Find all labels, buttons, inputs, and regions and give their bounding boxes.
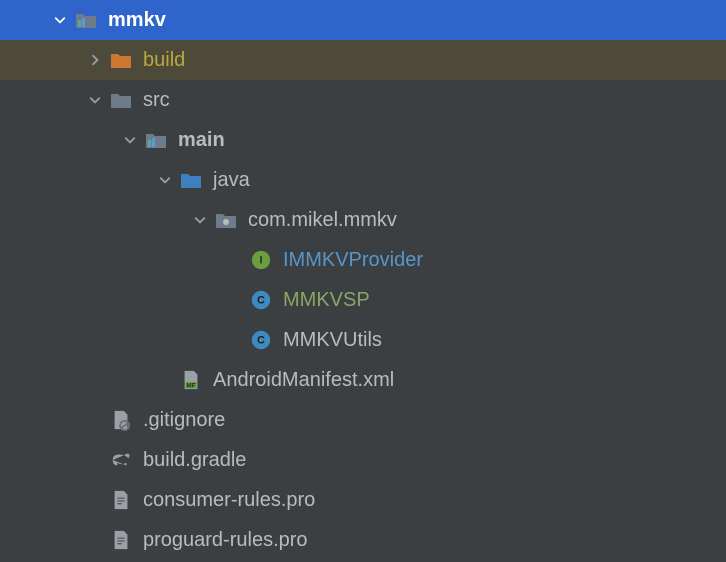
- tree-label-gitignore: .gitignore: [143, 409, 225, 432]
- tree-item-main[interactable]: main: [0, 120, 726, 160]
- class-icon: C: [247, 286, 275, 314]
- tree-item-src[interactable]: src: [0, 80, 726, 120]
- chevron-right-icon[interactable]: [83, 48, 107, 72]
- tree-label-main: main: [178, 129, 225, 152]
- tree-label-consumer: consumer-rules.pro: [143, 489, 315, 512]
- tree-label-src: src: [143, 89, 170, 112]
- gitignore-file-icon: [107, 406, 135, 434]
- svg-text:C: C: [257, 335, 265, 347]
- tree-label-immkvprovider: IMMKVProvider: [283, 249, 423, 272]
- tree-label-manifest: AndroidManifest.xml: [213, 369, 394, 392]
- folder-icon: [107, 46, 135, 74]
- svg-text:MF: MF: [186, 382, 195, 389]
- chevron-down-icon[interactable]: [188, 208, 212, 232]
- tree-item-java[interactable]: java: [0, 160, 726, 200]
- tree-label-gradle: build.gradle: [143, 449, 246, 472]
- tree-item-immkvprovider[interactable]: I IMMKVProvider: [0, 240, 726, 280]
- tree-item-proguard-rules[interactable]: proguard-rules.pro: [0, 520, 726, 560]
- svg-text:C: C: [257, 295, 265, 307]
- tree-item-mmkv[interactable]: mmkv: [0, 0, 726, 40]
- class-icon: C: [247, 326, 275, 354]
- tree-item-mmkvsp[interactable]: C MMKVSP: [0, 280, 726, 320]
- tree-label-java: java: [213, 169, 250, 192]
- tree-item-mmkvutils[interactable]: C MMKVUtils: [0, 320, 726, 360]
- chevron-down-icon[interactable]: [118, 128, 142, 152]
- chevron-down-icon[interactable]: [48, 8, 72, 32]
- tree-item-manifest[interactable]: MF AndroidManifest.xml: [0, 360, 726, 400]
- tree-label-mmkvsp: MMKVSP: [283, 289, 370, 312]
- interface-icon: I: [247, 246, 275, 274]
- source-folder-icon: [177, 166, 205, 194]
- module-folder-icon: [72, 6, 100, 34]
- tree-item-build[interactable]: build: [0, 40, 726, 80]
- tree-label-mmkvutils: MMKVUtils: [283, 329, 382, 352]
- tree-label-package: com.mikel.mmkv: [248, 209, 397, 232]
- tree-item-package[interactable]: com.mikel.mmkv: [0, 200, 726, 240]
- tree-label-proguard: proguard-rules.pro: [143, 529, 308, 552]
- tree-item-consumer-rules[interactable]: consumer-rules.pro: [0, 480, 726, 520]
- module-folder-icon: [142, 126, 170, 154]
- folder-icon: [107, 86, 135, 114]
- chevron-down-icon[interactable]: [83, 88, 107, 112]
- text-file-icon: [107, 526, 135, 554]
- tree-label-mmkv: mmkv: [108, 9, 166, 32]
- tree-label-build: build: [143, 49, 185, 72]
- chevron-down-icon[interactable]: [153, 168, 177, 192]
- gradle-file-icon: [107, 446, 135, 474]
- text-file-icon: [107, 486, 135, 514]
- svg-text:I: I: [259, 255, 262, 267]
- manifest-file-icon: MF: [177, 366, 205, 394]
- tree-item-gitignore[interactable]: .gitignore: [0, 400, 726, 440]
- package-icon: [212, 206, 240, 234]
- tree-item-gradle[interactable]: build.gradle: [0, 440, 726, 480]
